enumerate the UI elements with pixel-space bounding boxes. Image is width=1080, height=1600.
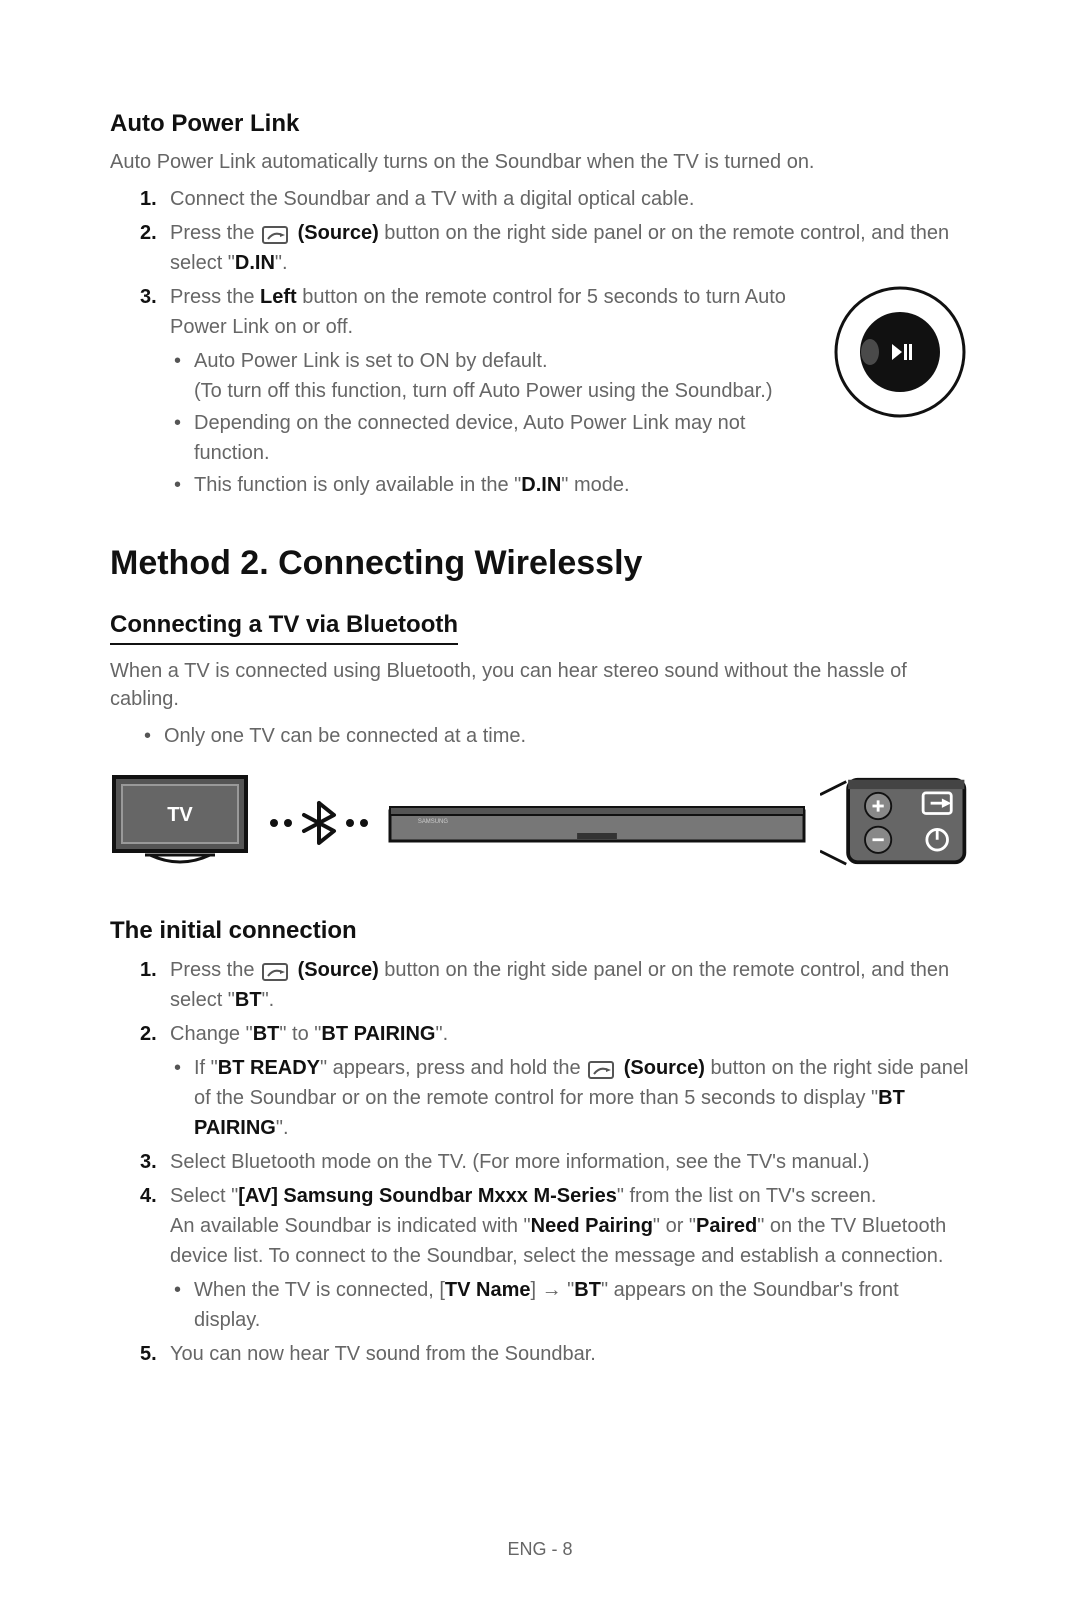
- step-number: 5.: [140, 1339, 157, 1369]
- volume-up-button: [865, 793, 891, 819]
- step-3: 3. Press the Left button on the remote c…: [140, 282, 970, 502]
- step-text: Select ": [170, 1185, 238, 1207]
- step-2: 2. Press the (Source) button on the righ…: [140, 218, 970, 278]
- step-number: 1.: [140, 955, 157, 985]
- source-label: (Source): [298, 222, 379, 244]
- source-icon: [262, 224, 290, 244]
- step-text: Press the: [170, 286, 260, 308]
- step-text: " to ": [279, 1023, 321, 1045]
- step-text: ".: [262, 989, 275, 1011]
- step-1: 1. Connect the Soundbar and a TV with a …: [140, 184, 970, 214]
- bullet-item: If "BT READY" appears, press and hold th…: [170, 1053, 970, 1143]
- step-1: 1. Press the (Source) button on the righ…: [140, 955, 970, 1015]
- auto-power-link-title: Auto Power Link: [110, 110, 970, 138]
- step-number: 2.: [140, 218, 157, 248]
- source-icon: [588, 1059, 616, 1079]
- bullet-text: (To turn off this function, turn off Aut…: [194, 380, 773, 402]
- step-number: 3.: [140, 1147, 157, 1177]
- step-text: ".: [275, 252, 288, 274]
- left-label: Left: [260, 286, 297, 308]
- bullet-text: " appears, press and hold the: [320, 1057, 586, 1079]
- step-number: 4.: [140, 1181, 157, 1211]
- step-text: You can now hear TV sound from the Sound…: [170, 1343, 596, 1365]
- step-4: 4. Select "[AV] Samsung Soundbar Mxxx M-…: [140, 1181, 970, 1335]
- bullet-text: This function is only available in the ": [194, 474, 521, 496]
- bt-pairing-label: BT PAIRING: [321, 1023, 435, 1045]
- step-text: Press the: [170, 222, 260, 244]
- step-5: 5. You can now hear TV sound from the So…: [140, 1339, 970, 1369]
- connection-diagram: TV SAMSUNG: [110, 773, 970, 873]
- din-label: D.IN: [235, 252, 275, 274]
- step-text: Connect the Soundbar and a TV with a dig…: [170, 188, 694, 210]
- step-number: 2.: [140, 1019, 157, 1049]
- initial-connection-title: The initial connection: [110, 917, 970, 945]
- bullet-text: ] → ": [530, 1279, 574, 1301]
- step-text: Change ": [170, 1023, 253, 1045]
- svg-text:SAMSUNG: SAMSUNG: [418, 819, 448, 825]
- bt-ready-label: BT READY: [218, 1057, 320, 1079]
- bullet-text: " mode.: [561, 474, 629, 496]
- bt-label: BT: [574, 1279, 601, 1301]
- method-2-title: Method 2. Connecting Wirelessly: [110, 544, 970, 583]
- device-name-label: [AV] Samsung Soundbar Mxxx M-Series: [238, 1185, 617, 1207]
- bullet-text: ".: [276, 1117, 289, 1139]
- auto-power-link-intro: Auto Power Link automatically turns on t…: [110, 148, 970, 176]
- bullet-item: Auto Power Link is set to ON by default.…: [170, 346, 970, 406]
- tv-name-label: TV Name: [445, 1279, 531, 1301]
- step-text: Select Bluetooth mode on the TV. (For mo…: [170, 1151, 869, 1173]
- connecting-bluetooth-title: Connecting a TV via Bluetooth: [110, 611, 458, 645]
- step-text: An available Soundbar is indicated with …: [170, 1215, 531, 1237]
- bt-label: BT: [253, 1023, 280, 1045]
- step-number: 3.: [140, 282, 157, 312]
- bluetooth-intro: When a TV is connected using Bluetooth, …: [110, 657, 970, 713]
- volume-down-button: [865, 827, 891, 853]
- soundbar-icon: SAMSUNG: [388, 793, 806, 853]
- bullet-text: Auto Power Link is set to ON by default.: [194, 350, 548, 372]
- step-2: 2. Change "BT" to "BT PAIRING". If "BT R…: [140, 1019, 970, 1143]
- tv-label: TV: [167, 804, 193, 826]
- step-text: ".: [435, 1023, 448, 1045]
- step-number: 1.: [140, 184, 157, 214]
- source-label: (Source): [298, 959, 379, 981]
- soundbar-side-panel: [820, 776, 970, 870]
- tv-icon: TV: [110, 773, 250, 873]
- bullet-item: Only one TV can be connected at a time.: [140, 721, 970, 751]
- need-pairing-label: Need Pairing: [531, 1215, 653, 1237]
- step-3: 3. Select Bluetooth mode on the TV. (For…: [140, 1147, 970, 1177]
- bullet-text: When the TV is connected, [: [194, 1279, 445, 1301]
- step-text: Press the: [170, 959, 260, 981]
- bluetooth-icon: [264, 798, 374, 848]
- step-text: " or ": [653, 1215, 696, 1237]
- paired-label: Paired: [696, 1215, 757, 1237]
- step-text: " from the list on TV's screen.: [617, 1185, 877, 1207]
- page-number: ENG - 8: [110, 1539, 970, 1560]
- din-label: D.IN: [521, 474, 561, 496]
- bullet-item: Depending on the connected device, Auto …: [170, 408, 970, 468]
- bt-label: BT: [235, 989, 262, 1011]
- bullet-item: This function is only available in the "…: [170, 470, 970, 500]
- bullet-text: If ": [194, 1057, 218, 1079]
- bullet-item: When the TV is connected, [TV Name] → "B…: [170, 1275, 970, 1335]
- source-icon: [262, 961, 290, 981]
- source-label: (Source): [624, 1057, 705, 1079]
